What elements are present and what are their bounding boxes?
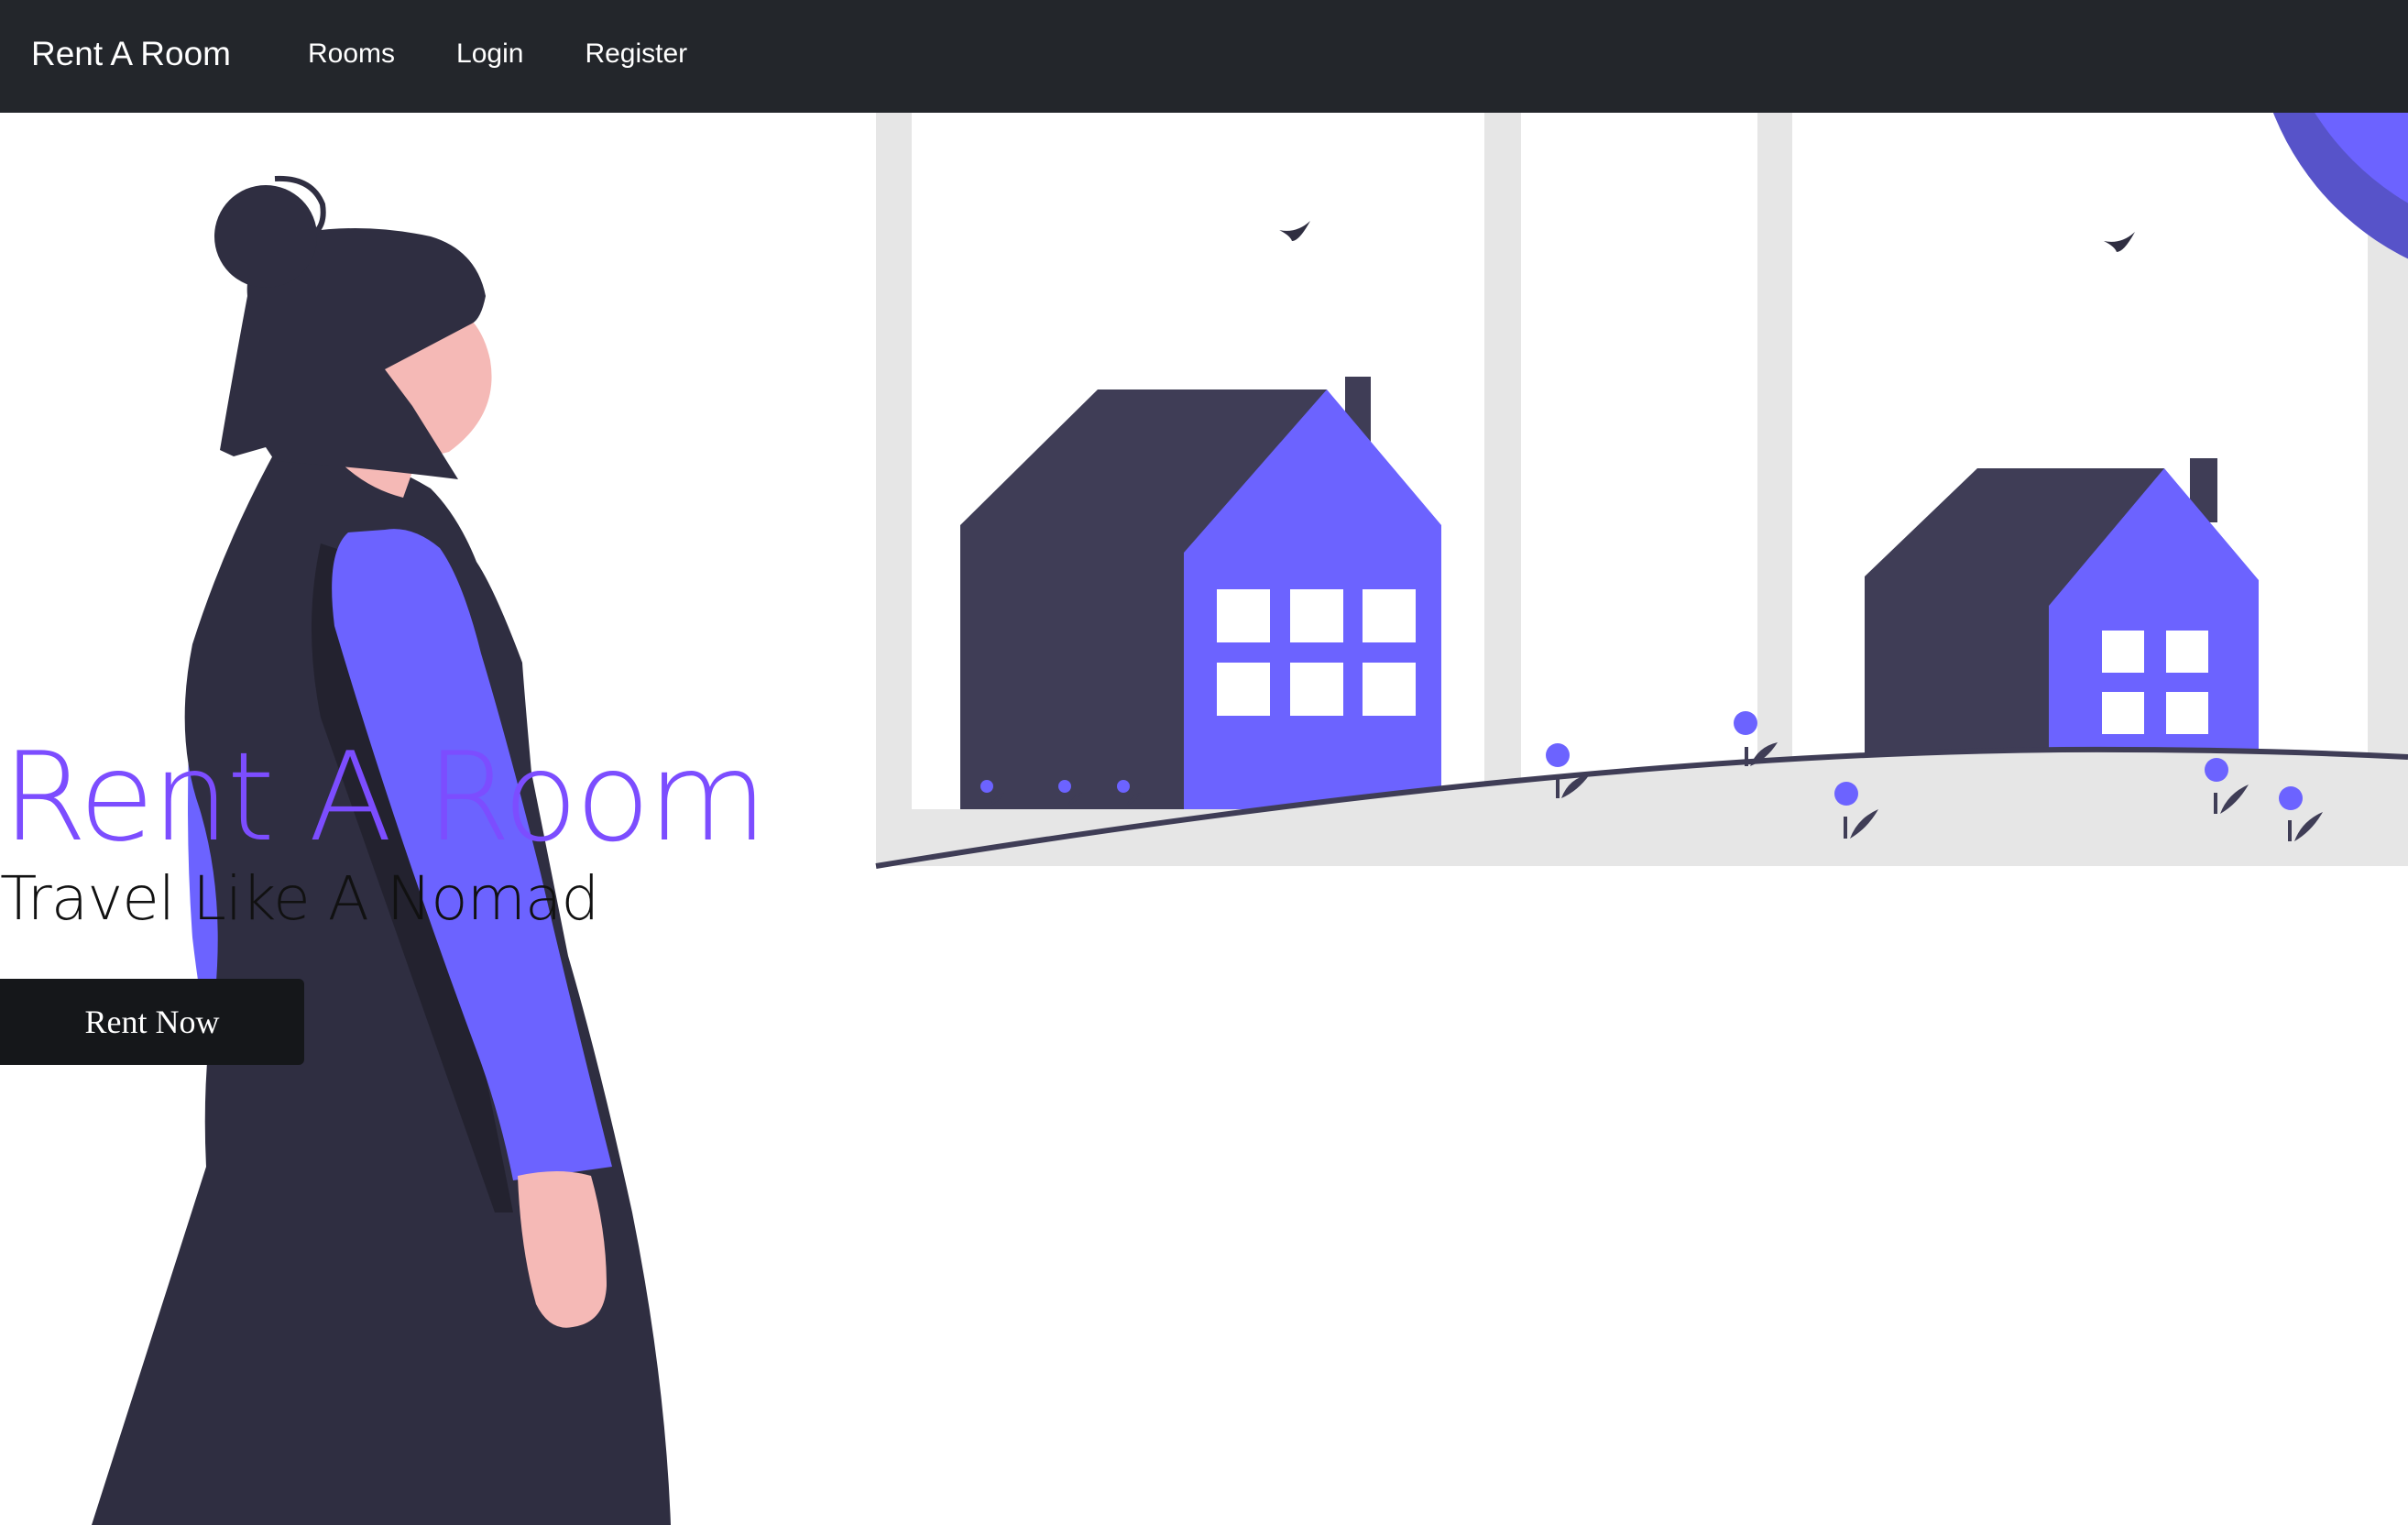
- top-navbar: Rent A Room Rooms Login Register: [0, 0, 2408, 113]
- brand-link[interactable]: Rent A Room: [31, 0, 231, 113]
- nav-links: Rooms Login Register: [308, 0, 749, 113]
- nav-link-login[interactable]: Login: [456, 0, 523, 113]
- hero-title: Rent A Room: [2, 726, 767, 869]
- nav-link-register[interactable]: Register: [585, 0, 687, 113]
- window-scene: [875, 113, 2408, 869]
- nav-link-rooms[interactable]: Rooms: [308, 0, 395, 113]
- rent-now-button[interactable]: Rent Now: [0, 979, 304, 1065]
- hero-subtitle: Travel Like A Nomad: [0, 863, 599, 934]
